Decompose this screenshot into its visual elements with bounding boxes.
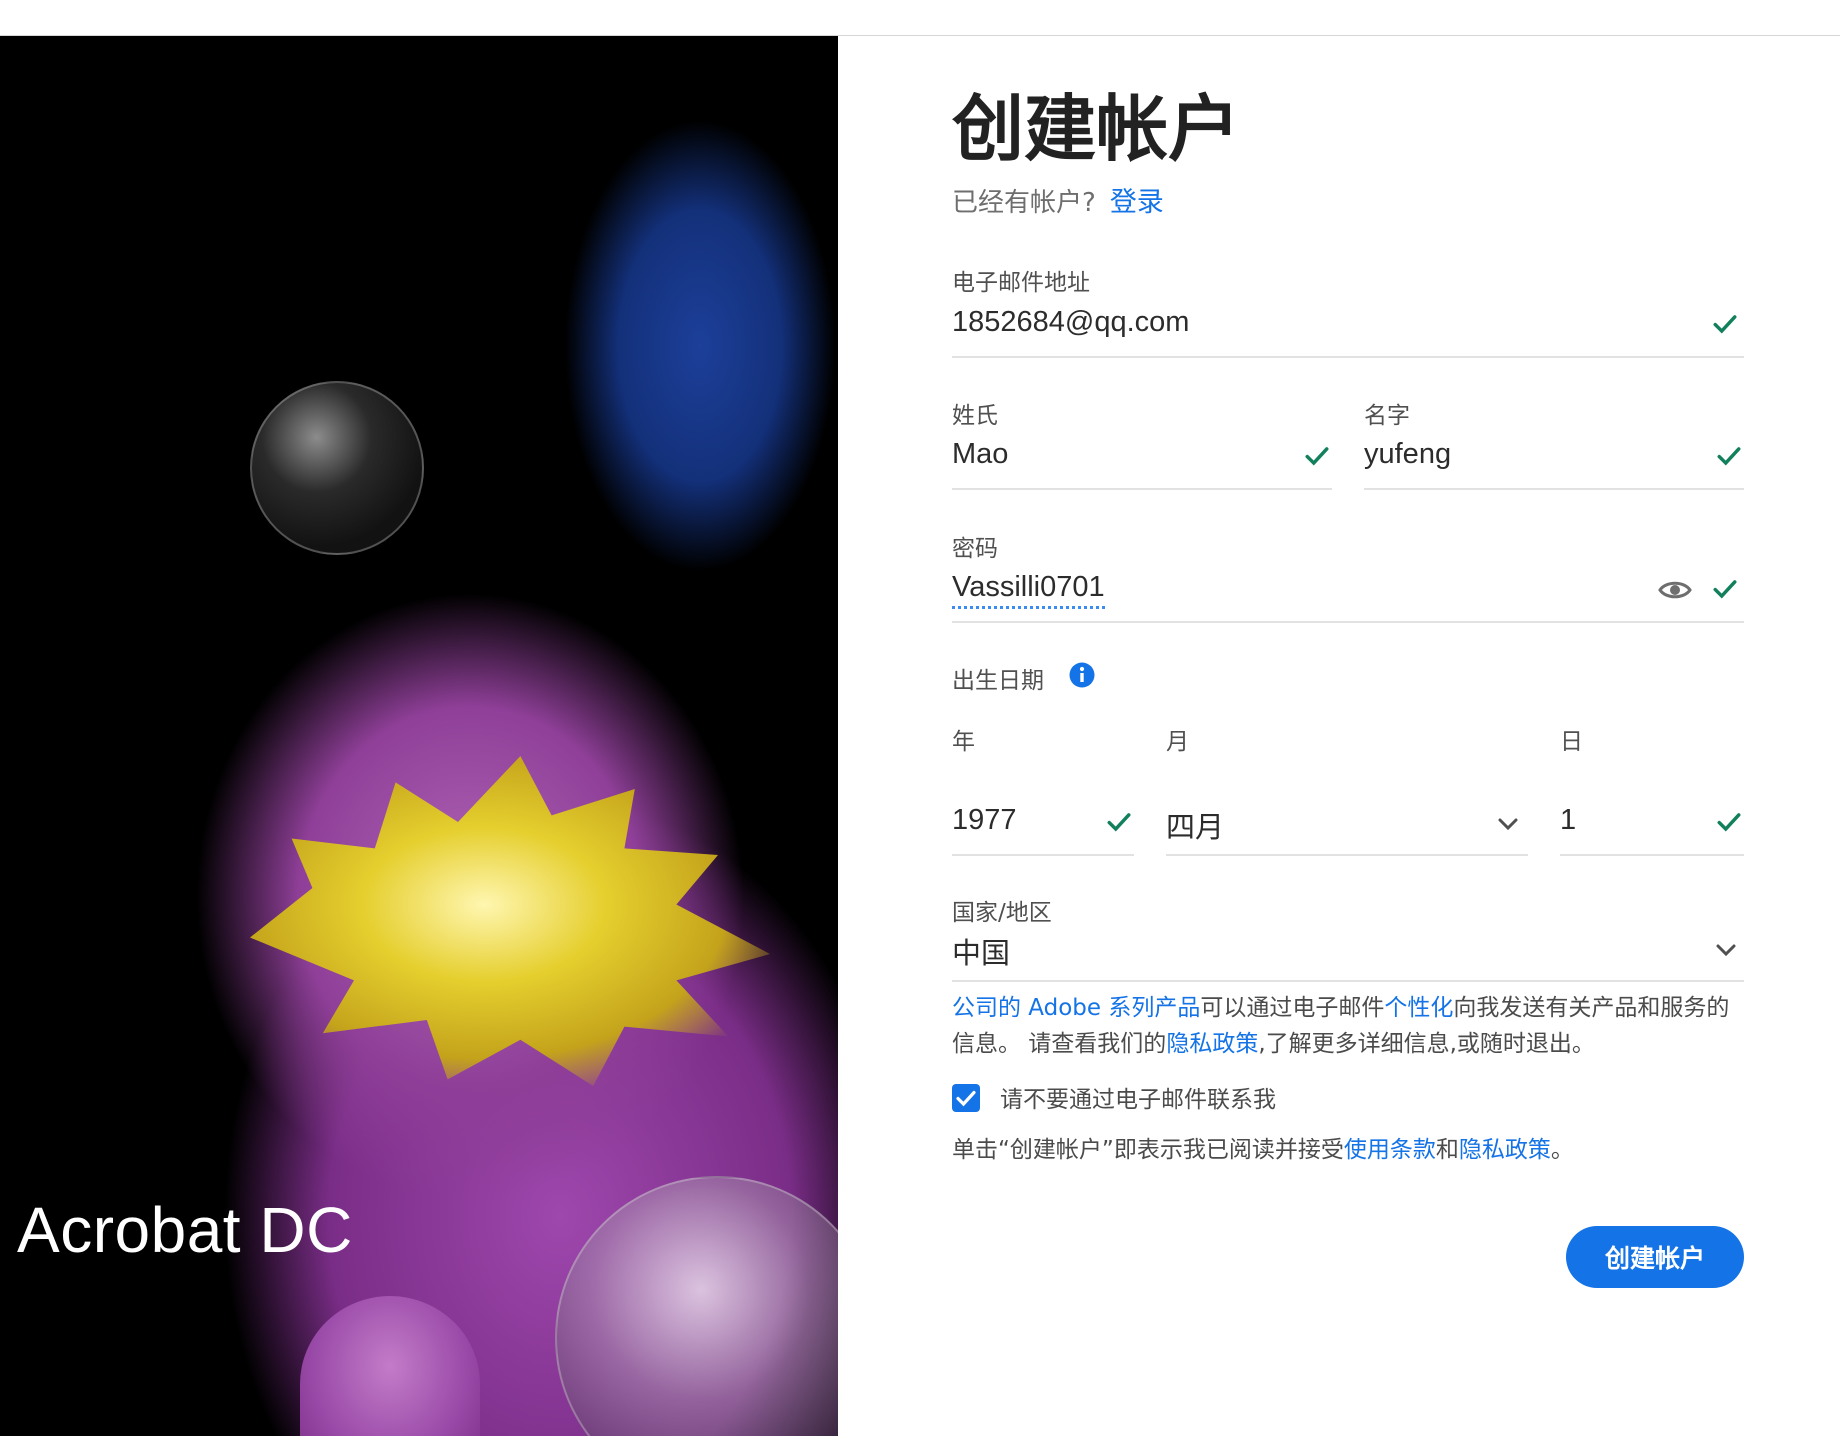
signin-link[interactable]: 登录 xyxy=(1110,187,1164,218)
dob-day-value: 1 xyxy=(1560,804,1577,836)
first-name-value: yufeng xyxy=(1364,438,1452,470)
checkmark-icon xyxy=(1717,447,1741,466)
spiky-yellow-shape xyxy=(250,756,770,1086)
info-icon[interactable] xyxy=(1069,662,1095,688)
dob-day-label: 日 xyxy=(1560,729,1583,755)
dob-label: 出生日期 xyxy=(952,668,1044,694)
terms-text: 单击“创建帐户”即表示我已阅读并接受使用条款和隐私政策。 xyxy=(952,1130,1574,1164)
terms-text-part: 。 xyxy=(1550,1137,1574,1163)
personalize-link[interactable]: 个性化 xyxy=(1384,995,1453,1021)
chevron-down-icon xyxy=(1716,944,1736,957)
consent-text-part: ,了解更多详细信息,或随时退出。 xyxy=(1258,1031,1595,1057)
checkmark-icon xyxy=(1107,813,1131,832)
no-email-checkbox-label: 请不要通过电子邮件联系我 xyxy=(1000,1087,1276,1113)
checkmark-icon xyxy=(1713,315,1737,334)
dob-day-field[interactable]: 1 xyxy=(1560,794,1744,856)
dob-year-field[interactable]: 1977 xyxy=(952,794,1134,856)
last-name-field[interactable]: Mao xyxy=(952,428,1332,490)
terms-text-part: 单击“创建帐户”即表示我已阅读并接受 xyxy=(952,1137,1344,1163)
dob-month-select[interactable]: 四月 xyxy=(1166,794,1528,856)
password-label: 密码 xyxy=(952,536,998,562)
signin-prompt: 已经有帐户? 登录 xyxy=(952,180,1164,219)
last-name-label: 姓氏 xyxy=(952,403,998,429)
adobe-family-link[interactable]: 公司的 Adobe 系列产品 xyxy=(952,995,1200,1021)
consent-text-part: 可以通过电子邮件 xyxy=(1200,995,1385,1021)
product-name: Acrobat DC xyxy=(17,1194,353,1266)
checkmark-icon xyxy=(1717,813,1741,832)
last-name-value: Mao xyxy=(952,438,1009,470)
create-account-button[interactable]: 创建帐户 xyxy=(1566,1226,1744,1288)
dob-year-label: 年 xyxy=(952,729,975,755)
browser-top-bar xyxy=(0,0,1840,36)
email-field[interactable]: 1852684@qq.com xyxy=(952,296,1744,358)
privacy-policy-link[interactable]: 隐私政策 xyxy=(1459,1137,1551,1163)
checkbox-check-icon xyxy=(956,1090,976,1107)
dob-month-value: 四月 xyxy=(1166,812,1225,844)
first-name-field[interactable]: yufeng xyxy=(1364,428,1744,490)
chevron-down-icon xyxy=(1498,818,1518,831)
no-email-checkbox[interactable] xyxy=(952,1084,980,1112)
country-select[interactable]: 中国 xyxy=(952,920,1744,982)
checkmark-icon xyxy=(1305,447,1329,466)
page-title: 创建帐户 xyxy=(952,87,1241,171)
glass-sphere-small xyxy=(250,381,424,555)
email-value: 1852684@qq.com xyxy=(952,306,1190,338)
eye-icon[interactable] xyxy=(1658,575,1692,605)
first-name-label: 名字 xyxy=(1364,403,1410,429)
dob-year-value: 1977 xyxy=(952,804,1017,836)
country-value: 中国 xyxy=(952,938,1011,970)
terms-of-use-link[interactable]: 使用条款 xyxy=(1344,1137,1436,1163)
dob-month-label: 月 xyxy=(1166,729,1189,755)
hero-artwork: Acrobat DC xyxy=(0,36,838,1436)
email-label: 电子邮件地址 xyxy=(952,270,1090,296)
privacy-policy-link[interactable]: 隐私政策 xyxy=(1166,1031,1258,1057)
signin-prompt-text: 已经有帐户? xyxy=(952,188,1096,218)
password-field[interactable]: Vassilli0701 xyxy=(952,561,1744,623)
terms-text-part: 和 xyxy=(1435,1137,1459,1163)
checkmark-icon xyxy=(1713,580,1737,599)
glass-sphere-large xyxy=(555,1176,838,1436)
password-value: Vassilli0701 xyxy=(952,571,1105,609)
marketing-consent-text: 公司的 Adobe 系列产品可以通过电子邮件个性化向我发送有关产品和服务的信息。… xyxy=(952,990,1744,1062)
purple-bump-shape xyxy=(300,1296,480,1436)
